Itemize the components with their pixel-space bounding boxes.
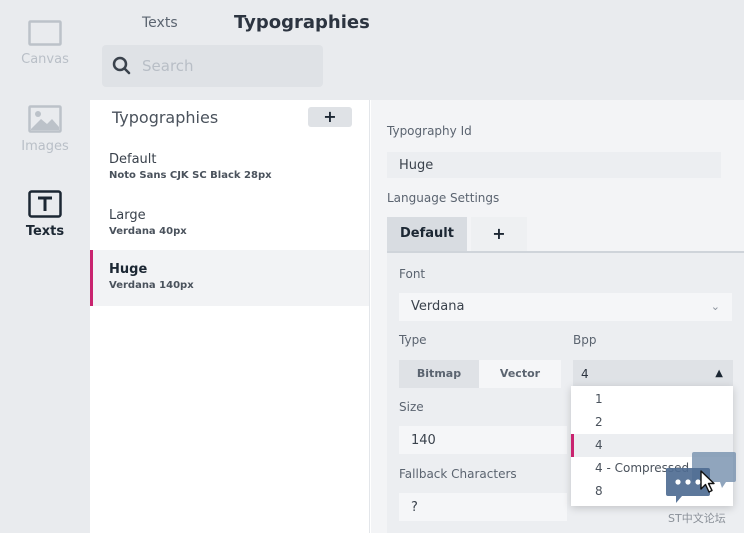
typography-id-label: Typography Id: [387, 124, 472, 138]
rail-label-images: Images: [21, 139, 69, 154]
search-input[interactable]: [142, 45, 317, 87]
type-segmented-control: Bitmap Vector: [399, 360, 561, 388]
typography-list-panel: Typographies + Default Noto Sans CJK SC …: [90, 100, 370, 533]
fallback-characters-field[interactable]: [399, 493, 567, 521]
size-field[interactable]: [399, 426, 567, 454]
list-heading: Typographies: [112, 108, 219, 127]
search-icon: [112, 56, 131, 75]
fallback-characters-label: Fallback Characters: [399, 467, 517, 481]
typography-desc: Verdana 140px: [109, 280, 194, 291]
rail-item-texts[interactable]: Texts: [0, 190, 90, 260]
type-vector-button[interactable]: Vector: [479, 360, 561, 388]
bpp-value: 4: [581, 367, 589, 381]
typography-desc: Verdana 40px: [109, 226, 187, 237]
chevron-up-icon: ▲: [715, 368, 723, 379]
type-label: Type: [399, 333, 427, 347]
watermark-text: ST中文论坛: [668, 512, 726, 525]
texts-icon: [28, 190, 62, 218]
header: Texts Typographies: [90, 0, 744, 100]
type-bitmap-button[interactable]: Bitmap: [399, 360, 479, 388]
rail-item-images[interactable]: Images: [0, 105, 90, 175]
canvas-icon: [28, 20, 62, 46]
list-item[interactable]: Default Noto Sans CJK SC Black 28px: [90, 150, 369, 206]
typography-desc: Noto Sans CJK SC Black 28px: [109, 170, 272, 181]
bpp-option[interactable]: 2: [571, 411, 733, 434]
typography-name: Large: [109, 208, 146, 223]
search-box: [102, 45, 323, 87]
tab-default[interactable]: Default: [387, 217, 467, 251]
page-title: Typographies: [234, 12, 370, 33]
font-value: Verdana: [411, 299, 465, 314]
bpp-label: Bpp: [573, 333, 597, 347]
bpp-select[interactable]: 4 ▲: [573, 360, 733, 388]
rail-label-canvas: Canvas: [21, 52, 69, 67]
left-rail: Canvas Images Texts: [0, 0, 90, 533]
font-select[interactable]: Verdana ⌄: [399, 293, 732, 321]
add-typography-button[interactable]: +: [308, 107, 352, 127]
typography-name: Huge: [109, 262, 148, 277]
mouse-cursor-icon: [700, 470, 715, 493]
rail-item-canvas[interactable]: Canvas: [0, 20, 90, 90]
size-label: Size: [399, 400, 424, 414]
add-language-button[interactable]: +: [471, 217, 527, 251]
images-icon: [28, 105, 62, 133]
rail-label-texts: Texts: [25, 224, 65, 239]
bpp-option[interactable]: 1: [571, 388, 733, 411]
tab-texts[interactable]: Texts: [142, 15, 178, 31]
list-item-selected[interactable]: Huge Verdana 140px: [90, 250, 369, 306]
language-settings-label: Language Settings: [387, 191, 500, 205]
chevron-down-icon: ⌄: [710, 300, 720, 313]
typography-name: Default: [109, 152, 157, 167]
typography-id-field[interactable]: [387, 152, 721, 178]
font-label: Font: [399, 267, 426, 281]
